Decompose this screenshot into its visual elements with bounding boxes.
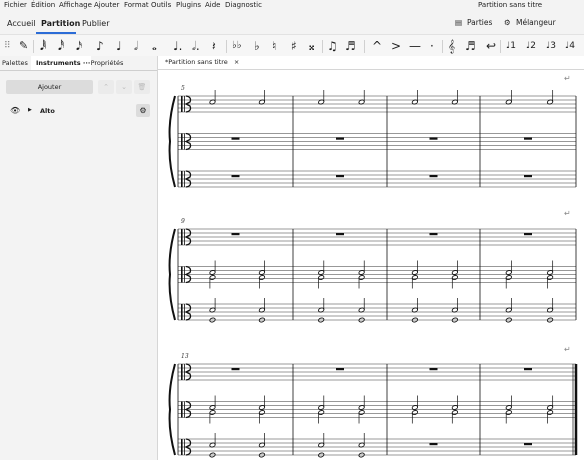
score-tab-label: *Partition sans titre <box>165 58 228 66</box>
voice-3-icon[interactable]: ♩3 <box>546 37 556 55</box>
delete-button[interactable]: 🗑 <box>134 80 150 94</box>
score-tab-divider <box>158 69 584 70</box>
rest-icon[interactable]: 𝄽 <box>212 37 216 55</box>
tab-instruments-label: Instruments <box>36 59 81 67</box>
voice-4-icon[interactable]: ♩4 <box>565 37 575 55</box>
double-dot-icon[interactable]: 𝅗𝅥. <box>192 37 200 55</box>
toolbar-divider <box>500 40 501 53</box>
menu-fichier[interactable]: Fichier <box>4 1 27 9</box>
duration-64th-icon[interactable]: 𝅘𝅥𝅱 <box>40 37 46 55</box>
beam-icon[interactable]: ♬ <box>465 37 476 55</box>
staccato-icon[interactable]: · <box>430 37 434 55</box>
voice-1-icon[interactable]: ♩1 <box>506 37 516 55</box>
duration-32nd-icon[interactable]: 𝅘𝅥𝅰 <box>58 37 64 55</box>
instrument-row[interactable]: 👁 ▶ Alto ⚙ <box>0 104 157 118</box>
tab-publier[interactable]: Publier <box>82 19 110 28</box>
tuplet-icon[interactable]: 𝄞 <box>448 37 455 55</box>
voice-2-icon[interactable]: ♩2 <box>526 37 536 55</box>
move-down-button[interactable]: ⌄ <box>116 80 132 94</box>
menu-plugins[interactable]: Plugins <box>176 1 201 9</box>
toolbar-divider <box>226 40 227 53</box>
double-sharp-icon[interactable]: 𝄪 <box>309 37 314 55</box>
note-input-pen-icon[interactable]: ✎ <box>19 37 28 55</box>
tenuto-icon[interactable]: — <box>409 37 421 55</box>
nav-tabs: Accueil Partition Publier ▤ Parties ⚙ Mé… <box>0 13 584 34</box>
tab-proprietes[interactable]: Propriétés <box>90 56 124 70</box>
duration-whole-icon[interactable]: 𝅝 <box>152 37 157 55</box>
tab-partition[interactable]: Partition <box>41 19 80 28</box>
sharp-icon[interactable]: ♯ <box>291 37 297 55</box>
score-tab[interactable]: *Partition sans titre × <box>162 56 243 70</box>
tab-palettes[interactable]: Palettes <box>0 56 30 70</box>
toolbar-divider <box>33 40 34 53</box>
system-break-icon: ↵ <box>564 345 571 354</box>
mixer-icon[interactable]: ⚙ <box>504 18 511 27</box>
menu-outils[interactable]: Outils <box>151 1 171 9</box>
menu-affichage[interactable]: Affichage <box>59 1 92 9</box>
drag-handle-icon[interactable]: ⠿ <box>4 37 11 55</box>
menu-edition[interactable]: Édition <box>31 1 55 9</box>
note-input-toolbar: ⠿ ✎ 𝅘𝅥𝅱 𝅘𝅥𝅰 𝅘𝅥𝅯 ♪ ♩ 𝅗𝅥 𝅝 ♩. 𝅗𝅥. 𝄽 ♭♭ ♭ ♮… <box>0 34 584 58</box>
window-title: Partition sans titre <box>478 1 543 9</box>
accent-icon[interactable]: > <box>391 37 401 55</box>
tab-instruments[interactable]: Instruments ··· <box>31 56 91 70</box>
mixer-button[interactable]: Mélangeur <box>516 18 556 27</box>
duration-quarter-icon[interactable]: ♩ <box>116 37 122 55</box>
double-flat-icon[interactable]: ♭♭ <box>232 37 241 55</box>
system-break-icon: ↵ <box>564 209 571 218</box>
menu-format[interactable]: Format <box>124 1 149 9</box>
augmentation-dot-icon[interactable]: ♩. <box>173 37 182 55</box>
move-up-button[interactable]: ⌃ <box>98 80 114 94</box>
duration-eighth-icon[interactable]: ♪ <box>96 37 104 55</box>
parts-icon[interactable]: ▤ <box>455 18 462 27</box>
natural-icon[interactable]: ♮ <box>272 37 276 55</box>
parts-button[interactable]: Parties <box>467 18 492 27</box>
marcato-icon[interactable]: ^ <box>372 37 382 55</box>
instrument-name: Alto <box>40 107 55 115</box>
instrument-settings-icon[interactable]: ⚙ <box>136 104 150 117</box>
score-canvas[interactable] <box>158 56 584 460</box>
panel-tabs: Palettes Instruments ··· Propriétés <box>0 56 157 71</box>
toolbar-divider <box>364 40 365 53</box>
slur-icon[interactable]: ♬ <box>345 37 356 55</box>
toolbar-divider <box>322 40 323 53</box>
add-instrument-button[interactable]: Ajouter <box>6 80 93 94</box>
menu-bar: Fichier Édition Affichage Ajouter Format… <box>0 0 584 12</box>
close-tab-icon[interactable]: × <box>234 58 239 66</box>
menu-diagnostic[interactable]: Diagnostic <box>225 1 262 9</box>
menu-ajouter[interactable]: Ajouter <box>94 1 119 9</box>
toolbar-divider <box>442 40 443 53</box>
duration-half-icon[interactable]: 𝅗𝅥 <box>134 37 138 55</box>
expand-arrow-icon[interactable]: ▶ <box>28 107 32 113</box>
flip-icon[interactable]: ↩ <box>486 37 496 55</box>
flat-icon[interactable]: ♭ <box>254 37 260 55</box>
menu-aide[interactable]: Aide <box>205 1 220 9</box>
tab-accueil[interactable]: Accueil <box>7 19 36 28</box>
instruments-panel: Palettes Instruments ··· Propriétés Ajou… <box>0 56 158 460</box>
tie-icon[interactable]: ♫ <box>327 37 338 55</box>
visibility-eye-icon[interactable]: 👁 <box>10 106 20 115</box>
system-break-icon: ↵ <box>564 74 571 83</box>
duration-16th-icon[interactable]: 𝅘𝅥𝅯 <box>76 37 82 55</box>
